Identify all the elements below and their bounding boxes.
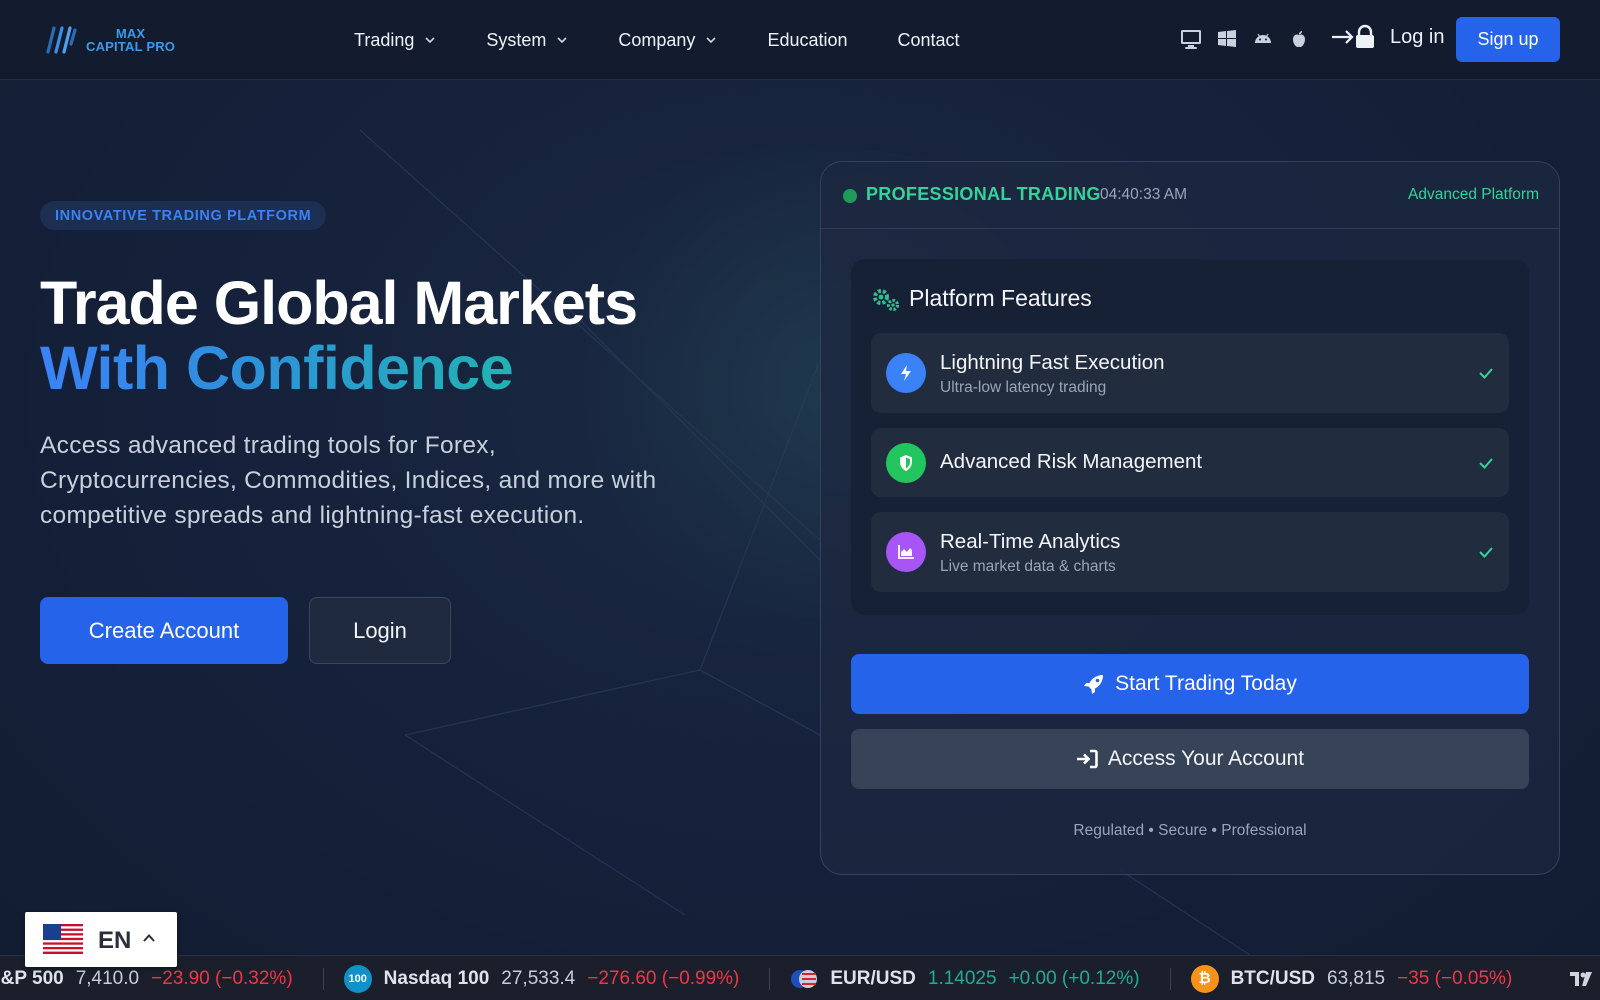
check-icon — [1479, 458, 1493, 469]
ticker-change: +0.00 (+0.12%) — [1008, 967, 1140, 989]
ticker-item-nasdaq[interactable]: 100 Nasdaq 100 27,533.4 −276.60 (−0.99%) — [343, 964, 771, 993]
eur-usd-flag-icon — [791, 969, 818, 988]
main-nav: Trading System Company Education Contact — [354, 0, 1010, 80]
nav-item-label: System — [486, 29, 547, 50]
chevron-down-icon — [706, 37, 717, 44]
ticker-price: 63,815 — [1327, 967, 1386, 989]
nav-item-system[interactable]: System — [486, 30, 568, 51]
ticker-price: 7,410.0 — [75, 967, 140, 989]
hero-badge: INNOVATIVE TRADING PLATFORM — [40, 201, 327, 230]
ticker-price: 1.14025 — [927, 967, 997, 989]
ticker-price: 27,533.4 — [501, 967, 576, 989]
ticker-track: S&P 500 7,410.0 −23.90 (−0.32%) 100 Nasd… — [0, 956, 1562, 1000]
card-footer-note: Regulated • Secure • Professional — [1073, 822, 1307, 839]
language-selector[interactable]: EN — [25, 912, 177, 967]
nav-item-label: Education — [767, 29, 848, 50]
ticker-item-eurusd[interactable]: EUR/USD 1.14025 +0.00 (+0.12%) — [790, 967, 1171, 990]
card-header: PROFESSIONAL TRADING 04:40:33 AM Advance… — [821, 162, 1559, 229]
tradingview-logo-icon[interactable] — [1562, 956, 1600, 1000]
feature-row-execution: Lightning Fast Execution Ultra-low laten… — [871, 333, 1509, 413]
us-flag-icon — [43, 924, 83, 954]
ticker-symbol: Nasdaq 100 — [383, 967, 490, 989]
nav-item-company[interactable]: Company — [618, 30, 717, 51]
start-trading-button[interactable]: Start Trading Today — [851, 654, 1529, 714]
nav-item-trading[interactable]: Trading — [354, 30, 436, 51]
hero-login-button[interactable]: Login — [309, 597, 451, 664]
feature-subtitle: Ultra-low latency trading — [940, 379, 1107, 396]
gears-icon — [873, 289, 900, 312]
nav-item-education[interactable]: Education — [767, 30, 847, 51]
chevron-down-icon — [557, 37, 567, 44]
market-ticker: S&P 500 7,410.0 −23.90 (−0.32%) 100 Nasd… — [0, 955, 1600, 1000]
ticker-change: −35 (−0.05%) — [1397, 967, 1513, 989]
sign-in-icon — [1076, 749, 1098, 769]
feature-name: Lightning Fast Execution — [940, 351, 1165, 374]
apple-icon[interactable] — [1288, 28, 1310, 50]
logo-mark-icon — [46, 26, 77, 54]
signup-button[interactable]: Sign up — [1456, 17, 1560, 62]
features-title: Platform Features — [909, 285, 1092, 311]
feature-row-analytics: Real-Time Analytics Live market data & c… — [871, 512, 1509, 592]
feature-name: Advanced Risk Management — [940, 450, 1203, 473]
shield-icon — [886, 443, 926, 483]
windows-icon[interactable] — [1216, 28, 1238, 50]
access-account-button[interactable]: Access Your Account — [851, 729, 1529, 789]
status-label: PROFESSIONAL TRADING — [866, 184, 1101, 204]
nasdaq-icon: 100 — [343, 964, 372, 993]
ticker-symbol: S&P 500 — [0, 967, 64, 989]
platform-links — [1180, 28, 1310, 50]
check-icon — [1479, 547, 1493, 558]
live-clock: 04:40:33 AM — [1100, 186, 1188, 203]
access-account-label: Access Your Account — [1107, 747, 1305, 770]
login-label: Log in — [1390, 25, 1445, 48]
bitcoin-icon: ₿ — [1190, 964, 1219, 993]
status-dot — [843, 189, 857, 203]
site-header: MAX CAPITAL PRO Trading System Company E… — [0, 0, 1600, 80]
desktop-icon[interactable] — [1180, 28, 1202, 50]
hero-description: Access advanced trading tools for Forex,… — [40, 432, 657, 529]
ticker-item-btcusd[interactable]: ₿ BTC/USD 63,815 −35 (−0.05%) — [1190, 964, 1543, 993]
nav-item-label: Contact — [897, 29, 960, 50]
bolt-icon — [886, 353, 926, 393]
create-account-button[interactable]: Create Account — [40, 597, 288, 664]
start-trading-label: Start Trading Today — [1115, 672, 1297, 695]
ticker-item-spx[interactable]: S&P 500 7,410.0 −23.90 (−0.32%) — [0, 967, 324, 990]
platform-card: PROFESSIONAL TRADING 04:40:33 AM Advance… — [820, 161, 1560, 875]
brand-name: MAX CAPITAL PRO — [86, 27, 175, 53]
chart-area-icon — [886, 532, 926, 572]
nav-item-label: Company — [618, 29, 696, 50]
feature-name: Real-Time Analytics — [940, 530, 1121, 553]
feature-subtitle: Live market data & charts — [940, 558, 1116, 575]
platform-label: Advanced Platform — [1408, 186, 1539, 203]
hero-title-line2: With Confidence — [40, 334, 514, 402]
features-panel: Platform Features Lightning Fast Executi… — [851, 259, 1529, 615]
ticker-change: −276.60 (−0.99%) — [587, 967, 740, 989]
feature-row-risk: Advanced Risk Management — [871, 428, 1509, 497]
hero-title-line1: Trade Global Markets — [40, 269, 638, 337]
ticker-symbol: BTC/USD — [1230, 967, 1316, 989]
language-code: EN — [98, 927, 132, 954]
ticker-change: −23.90 (−0.32%) — [151, 967, 293, 989]
header-login-link[interactable]: Log in — [1330, 24, 1445, 50]
check-icon — [1479, 368, 1493, 379]
android-icon[interactable] — [1252, 28, 1274, 50]
nav-item-label: Trading — [354, 29, 415, 50]
rocket-icon — [1084, 675, 1104, 694]
chevron-up-icon — [143, 934, 155, 942]
login-lock-icon — [1332, 24, 1374, 48]
chevron-down-icon — [425, 37, 435, 44]
brand-logo[interactable]: MAX CAPITAL PRO — [42, 24, 175, 56]
ticker-symbol: EUR/USD — [830, 967, 916, 989]
brand-name-line2: CAPITAL PRO — [86, 39, 176, 54]
nav-item-contact[interactable]: Contact — [898, 30, 960, 51]
